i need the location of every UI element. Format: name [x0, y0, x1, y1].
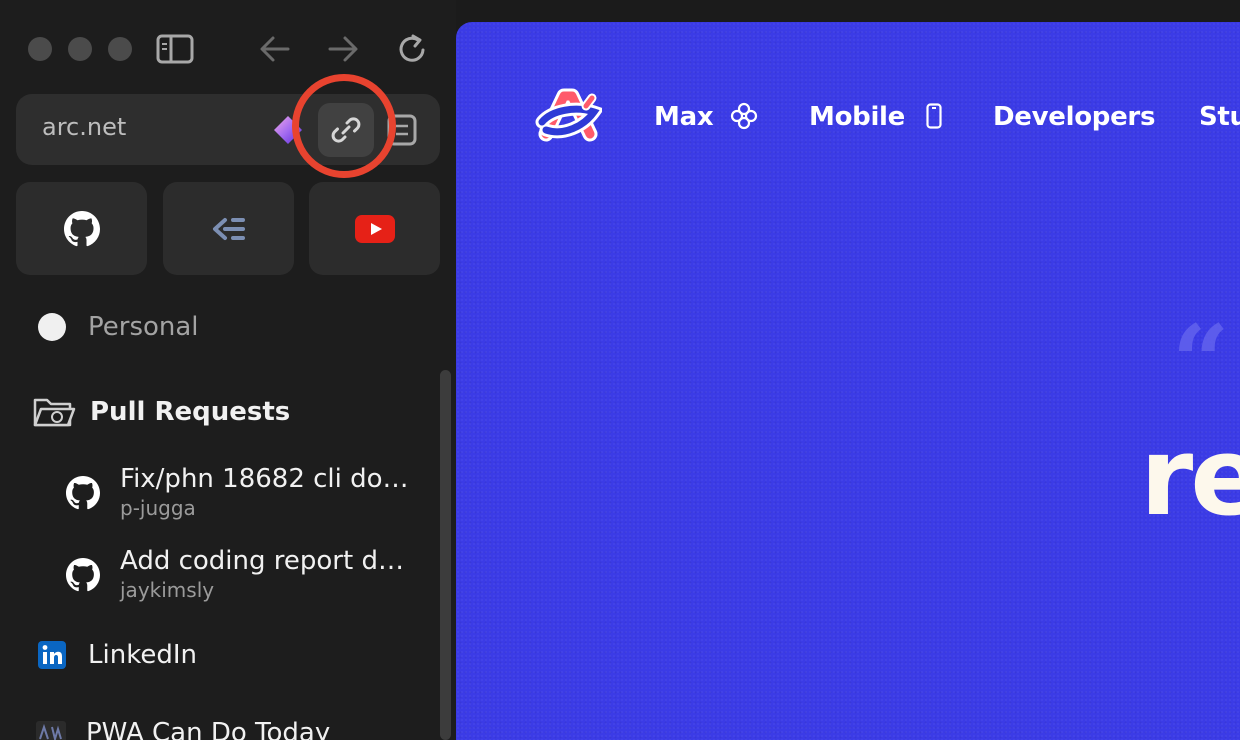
nav-label: Max: [654, 102, 714, 132]
boost-icon[interactable]: [270, 112, 306, 148]
tab-item[interactable]: Add coding report d… jaykimsly: [66, 544, 406, 602]
space-name: Personal: [88, 312, 199, 342]
forward-arrow-icon[interactable]: [324, 30, 362, 68]
tab-item[interactable]: Fix/phn 18682 cli do… p-jugga: [66, 462, 409, 520]
site-controls-icon[interactable]: [384, 112, 420, 148]
sidebar: arc.net Personal Pull Requests Fix/phn 1…: [0, 0, 456, 740]
nav-label: Stu: [1199, 102, 1240, 132]
close-window-button[interactable]: [28, 37, 52, 61]
tab-title: PWA Can Do Today: [86, 718, 331, 740]
github-icon: [66, 476, 100, 510]
favorite-youtube[interactable]: [309, 182, 440, 275]
zoom-window-button[interactable]: [108, 37, 132, 61]
arc-browser-window: arc.net Personal Pull Requests Fix/phn 1…: [0, 0, 1240, 740]
sidebar-scrollbar[interactable]: [440, 370, 451, 740]
toggle-sidebar-icon[interactable]: [155, 32, 195, 66]
tab-title: LinkedIn: [88, 640, 197, 670]
favorite-github[interactable]: [16, 182, 147, 275]
folder-pull-requests[interactable]: Pull Requests: [32, 394, 290, 430]
nav-developers[interactable]: Developers: [993, 102, 1155, 132]
tab-linkedin[interactable]: LinkedIn: [38, 640, 197, 670]
tab-subtitle: p-jugga: [120, 496, 196, 520]
nav-label: Developers: [993, 102, 1156, 132]
tab-title: Fix/phn 18682 cli do…: [120, 464, 409, 494]
tab-pwa[interactable]: PWA Can Do Today: [36, 718, 330, 740]
back-arrow-icon[interactable]: [256, 30, 294, 68]
space-header[interactable]: Personal: [38, 312, 199, 342]
tab-title: Add coding report d…: [120, 546, 404, 576]
phone-icon: [926, 102, 942, 129]
link-icon: [329, 113, 363, 147]
tab-subtitle: jaykimsly: [120, 578, 215, 602]
linear-icon: [211, 214, 247, 244]
url-bar[interactable]: arc.net: [16, 94, 440, 165]
web-content: Max Mobile Developers Stu “ re: [456, 22, 1240, 740]
space-dot-icon: [38, 313, 66, 341]
github-icon: [66, 558, 100, 592]
quote-mark: “: [1172, 303, 1230, 421]
nav-label: Mobile: [809, 102, 906, 132]
nav-student[interactable]: Stu: [1199, 102, 1240, 132]
github-icon: [63, 210, 100, 247]
url-text: arc.net: [42, 113, 127, 141]
open-folder-icon: [32, 394, 76, 430]
minimize-window-button[interactable]: [68, 37, 92, 61]
headline-fragment: re: [1140, 415, 1240, 540]
folder-label: Pull Requests: [90, 397, 291, 427]
nav-mobile[interactable]: Mobile: [809, 102, 942, 132]
copy-link-button[interactable]: [318, 103, 374, 157]
nav-max[interactable]: Max: [654, 102, 758, 132]
pwa-icon: [36, 721, 66, 740]
linkedin-icon: [38, 641, 66, 669]
arc-logo-icon[interactable]: [534, 86, 602, 146]
youtube-icon: [354, 214, 395, 243]
max-flower-icon: [730, 102, 758, 130]
reload-icon[interactable]: [394, 30, 432, 68]
favorite-linear[interactable]: [163, 182, 294, 275]
